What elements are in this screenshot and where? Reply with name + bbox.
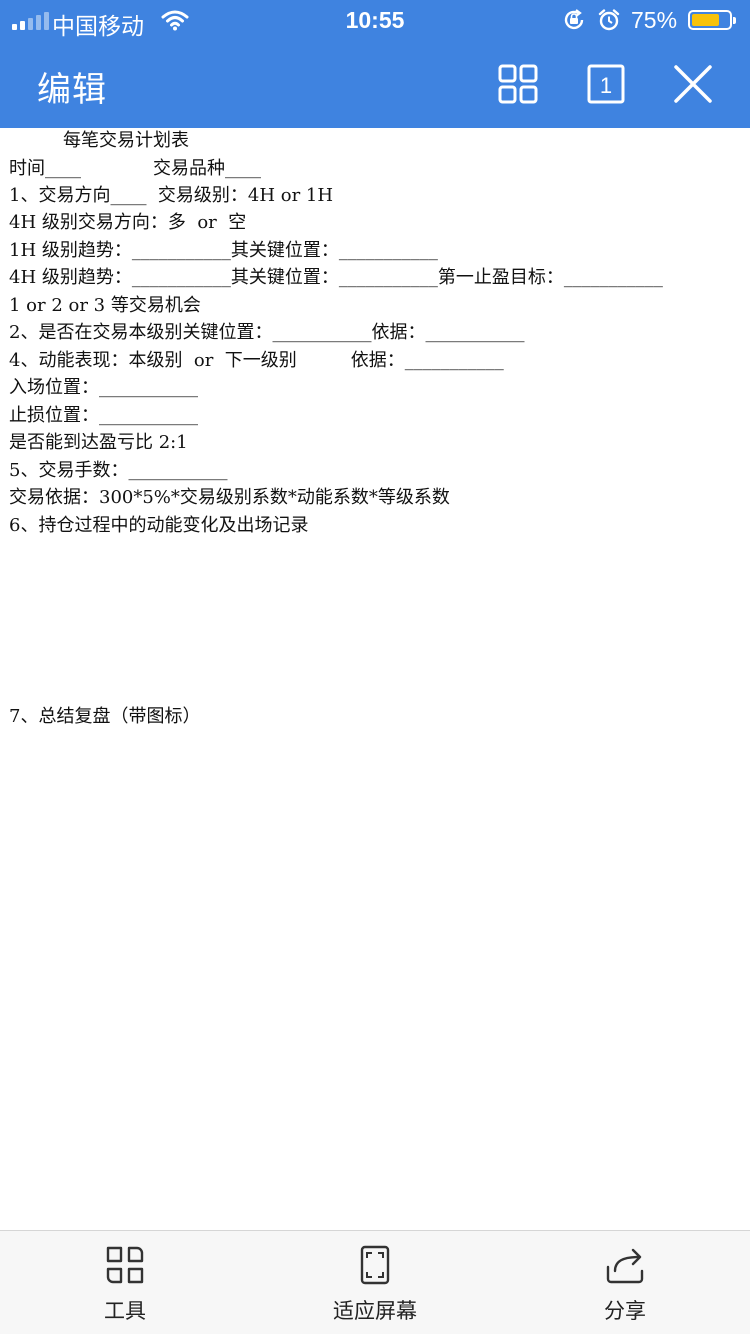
share-label: 分享	[604, 1300, 646, 1323]
grid-view-button[interactable]	[496, 62, 540, 106]
close-icon	[671, 65, 715, 110]
orientation-lock-icon	[562, 9, 586, 36]
tools-icon	[105, 1245, 145, 1290]
close-button[interactable]	[671, 62, 715, 106]
share-icon	[605, 1245, 645, 1290]
doc-line: 入场位置：___________	[9, 377, 198, 398]
battery-icon	[688, 10, 736, 30]
page-number: 1	[600, 73, 612, 98]
fit-screen-button[interactable]: 适应屏幕	[295, 1231, 455, 1335]
tools-button[interactable]: 工具	[45, 1231, 205, 1335]
doc-line: 4、动能表现：本级别 or 下一级别 依据：___________	[9, 350, 504, 371]
doc-line: 4H 级别交易方向：多 or 空	[9, 212, 247, 233]
doc-line: 时间____ 交易品种____	[9, 158, 261, 179]
fit-screen-label: 适应屏幕	[333, 1300, 417, 1323]
share-button[interactable]: 分享	[545, 1231, 705, 1335]
doc-line: 2、是否在交易本级别关键位置：___________依据：___________	[9, 322, 525, 343]
doc-line: 是否能到达盈亏比 2:1	[9, 432, 188, 453]
doc-title: 每笔交易计划表	[9, 130, 189, 151]
doc-line: 交易依据：300*5%*交易级别系数*动能系数*等级系数	[9, 487, 450, 508]
battery-percent: 75%	[631, 7, 678, 33]
page-number-icon: 1	[584, 64, 628, 110]
doc-line: 4H 级别趋势：___________其关键位置：___________第一止盈…	[9, 267, 663, 288]
doc-line: 7、总结复盘（带图标）	[9, 706, 201, 727]
status-bar: 中国移动 10:55 75%	[0, 0, 750, 40]
doc-line: 1、交易方向____ 交易级别：4H or 1H	[9, 185, 334, 206]
doc-line: 5、交易手数：___________	[9, 460, 228, 481]
fit-screen-icon	[355, 1245, 395, 1290]
grid-icon	[496, 64, 540, 110]
document-view[interactable]: 每笔交易计划表 时间____ 交易品种____ 1、交易方向____ 交易级别：…	[0, 128, 750, 1230]
alarm-icon	[598, 9, 620, 36]
page-title: 编辑	[37, 70, 107, 110]
doc-line: 1H 级别趋势：___________其关键位置：___________	[9, 240, 438, 261]
doc-line: 1 or 2 or 3 等交易机会	[9, 295, 201, 316]
bottom-toolbar: 工具 适应屏幕 分享	[0, 1230, 750, 1334]
battery-level	[692, 14, 719, 26]
page-number-button[interactable]: 1	[584, 62, 628, 106]
nav-bar: 编辑 1	[0, 40, 750, 128]
tools-label: 工具	[104, 1300, 146, 1323]
doc-line: 止损位置：___________	[9, 405, 198, 426]
doc-line: 6、持仓过程中的动能变化及出场记录	[9, 515, 309, 536]
